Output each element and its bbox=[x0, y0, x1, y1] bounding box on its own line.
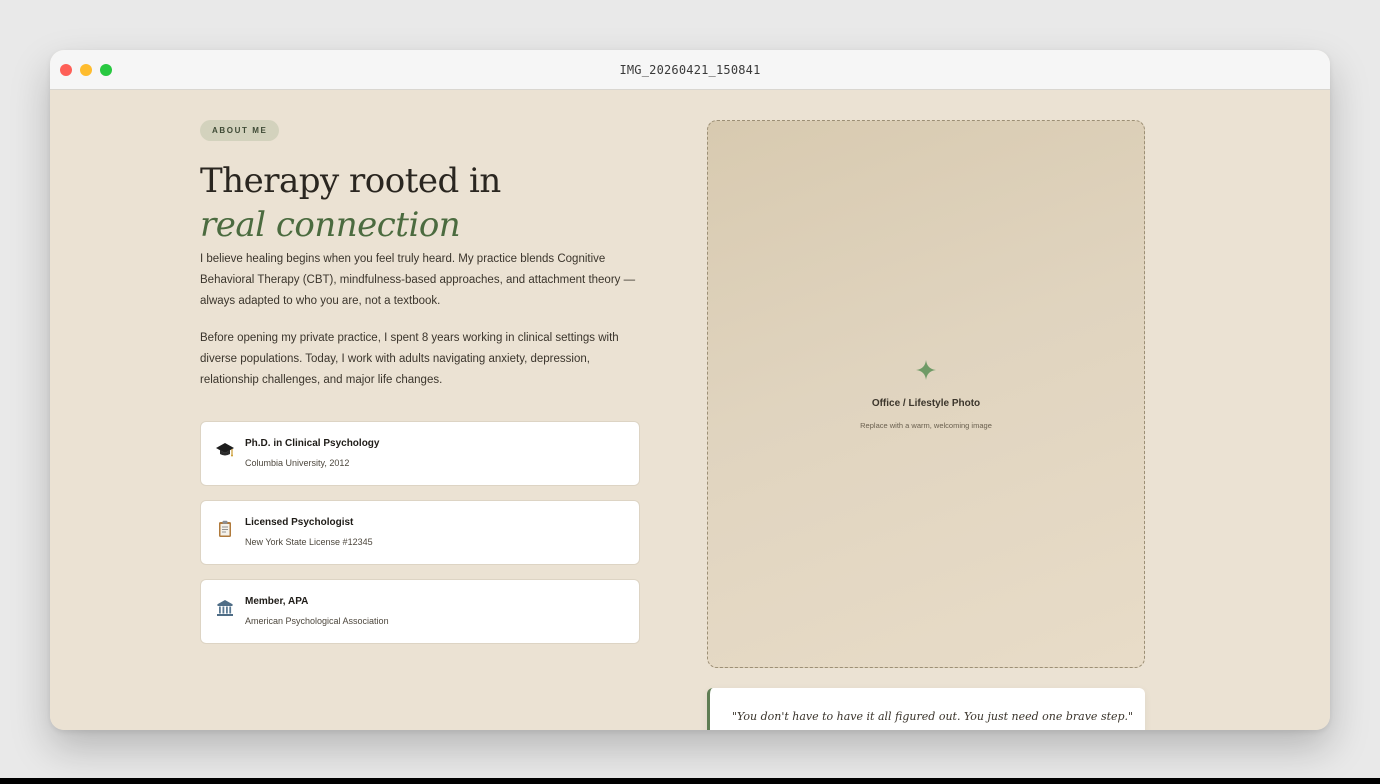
window-controls bbox=[60, 64, 112, 76]
close-window-button[interactable] bbox=[60, 64, 72, 76]
credential-subtitle: New York State License #12345 bbox=[245, 537, 373, 547]
credential-title: Ph.D. in Clinical Psychology bbox=[245, 438, 380, 449]
photo-caption: Replace with a warm, welcoming image bbox=[860, 421, 992, 430]
about-eyebrow-badge: ABOUT ME bbox=[200, 120, 280, 141]
about-paragraph-1: I believe healing begins when you feel t… bbox=[200, 253, 636, 307]
quote-text: "You don't have to have it all figured o… bbox=[732, 710, 1134, 723]
about-heading: Therapy rooted in real connection bbox=[200, 159, 640, 247]
heading-line-2-accent: real connection bbox=[200, 205, 461, 245]
browser-window: IMG_20260421_150841 ABOUT ME Therapy roo… bbox=[50, 50, 1330, 730]
about-text-column: ABOUT ME Therapy rooted in real connecti… bbox=[200, 120, 640, 644]
window-titlebar: IMG_20260421_150841 bbox=[50, 50, 1330, 90]
credential-title: Licensed Psychologist bbox=[245, 517, 354, 528]
credential-title: Member, APA bbox=[245, 596, 309, 607]
window-title: IMG_20260421_150841 bbox=[619, 62, 761, 77]
maximize-window-button[interactable] bbox=[100, 64, 112, 76]
credential-subtitle: Columbia University, 2012 bbox=[245, 458, 350, 468]
photo-label: Office / Lifestyle Photo bbox=[871, 398, 981, 409]
bottom-strip bbox=[0, 778, 1380, 784]
photo-placeholder-content: Office / Lifestyle Photo Replace with a … bbox=[708, 359, 1144, 430]
credential-card-license: Licensed Psychologist New York State Lic… bbox=[200, 500, 640, 565]
sparkle-icon bbox=[915, 359, 937, 381]
graduation-cap-icon bbox=[215, 440, 235, 460]
heading-line-1: Therapy rooted in bbox=[200, 161, 501, 201]
minimize-window-button[interactable] bbox=[80, 64, 92, 76]
quote-card: "You don't have to have it all figured o… bbox=[707, 688, 1145, 730]
credential-subtitle: American Psychological Association bbox=[245, 616, 389, 626]
about-paragraph-2: Before opening my private practice, I sp… bbox=[200, 332, 619, 386]
institution-icon bbox=[215, 598, 235, 618]
photo-placeholder: Office / Lifestyle Photo Replace with a … bbox=[707, 120, 1145, 668]
about-section: ABOUT ME Therapy rooted in real connecti… bbox=[50, 90, 1330, 730]
credentials-list: Ph.D. in Clinical Psychology Columbia Un… bbox=[200, 421, 640, 644]
credential-card-phd: Ph.D. in Clinical Psychology Columbia Un… bbox=[200, 421, 640, 486]
credential-card-apa: Member, APA American Psychological Assoc… bbox=[200, 579, 640, 644]
clipboard-icon bbox=[215, 519, 235, 539]
